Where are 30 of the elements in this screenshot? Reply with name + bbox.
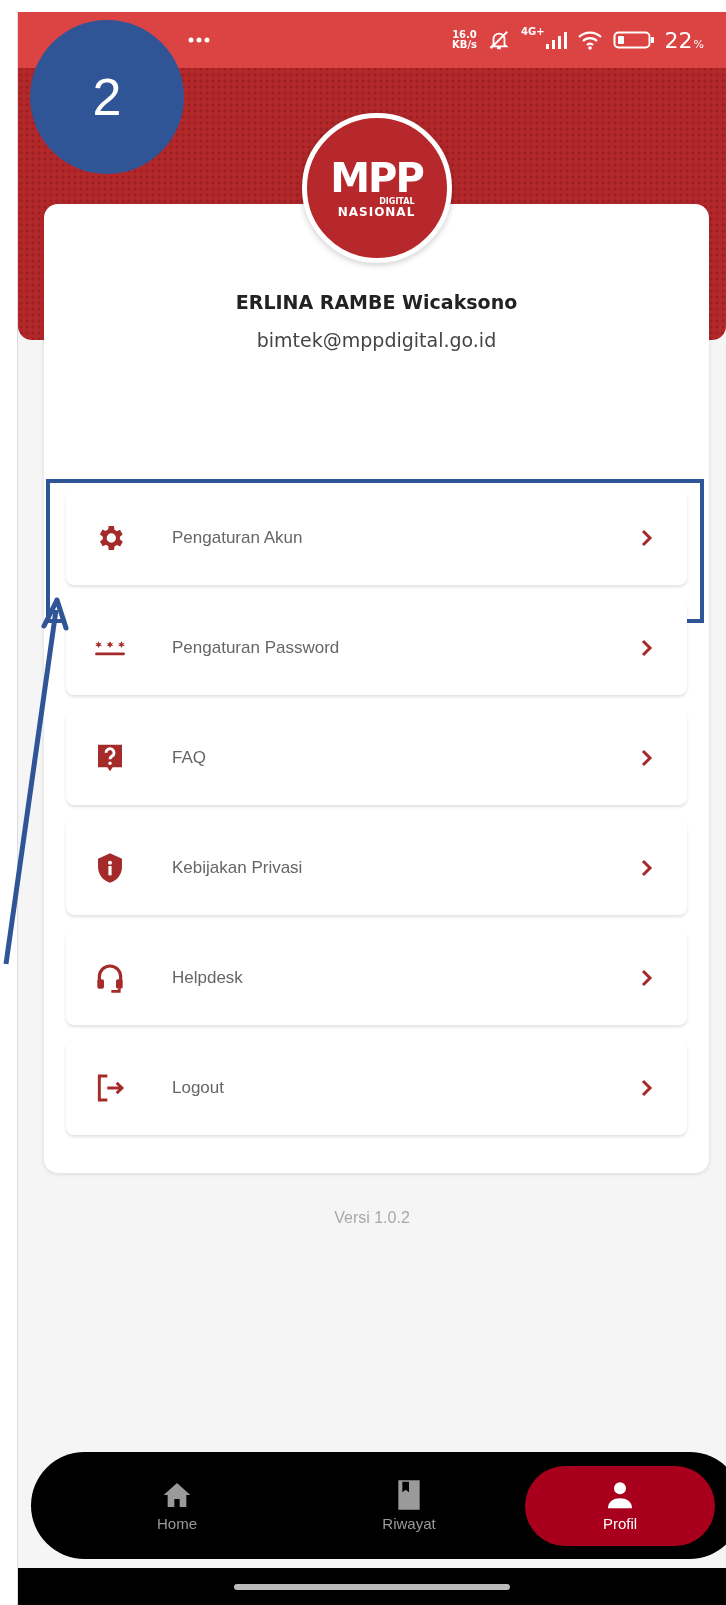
- wifi-icon: [576, 29, 603, 51]
- chevron-right-icon: [639, 638, 655, 657]
- nav-tab[interactable]: Home: [61, 1465, 293, 1546]
- battery-icon: [612, 29, 655, 51]
- muted-bell-icon: [487, 29, 511, 51]
- user-email: bimtek@mppdigital.go.id: [256, 329, 497, 351]
- menu-item[interactable]: Pengaturan Password: [66, 600, 687, 695]
- speed-unit: KB/s: [452, 40, 477, 50]
- battery-percent: 22: [664, 27, 693, 53]
- user-name: ERLINA RAMBE Wicaksono: [235, 291, 518, 313]
- network-speed: 16.0: [452, 30, 477, 40]
- chevron-right-icon: [639, 748, 655, 767]
- network-type: 4G+: [521, 26, 545, 37]
- menu-item[interactable]: Pengaturan Akun: [66, 490, 687, 585]
- chevron-right-icon: [639, 858, 655, 877]
- percent-sign: %: [693, 37, 704, 51]
- notification-dots-icon: [188, 37, 210, 43]
- menu-item[interactable]: Logout: [66, 1040, 687, 1135]
- headset-icon: [94, 961, 126, 994]
- menu-item[interactable]: FAQ: [66, 710, 687, 805]
- menu-item[interactable]: Kebijakan Privasi: [66, 820, 687, 915]
- chevron-right-icon: [639, 1078, 655, 1097]
- menu-item[interactable]: Helpdesk: [66, 930, 687, 1025]
- chevron-right-icon: [639, 528, 655, 547]
- version-text: Versi 1.0.2: [334, 1209, 410, 1227]
- nav-tab[interactable]: Profil: [525, 1465, 715, 1546]
- nav-tab[interactable]: Riwayat: [293, 1465, 525, 1546]
- home-indicator[interactable]: [234, 1583, 510, 1590]
- chevron-right-icon: [639, 968, 655, 987]
- signal-icon: [544, 29, 567, 51]
